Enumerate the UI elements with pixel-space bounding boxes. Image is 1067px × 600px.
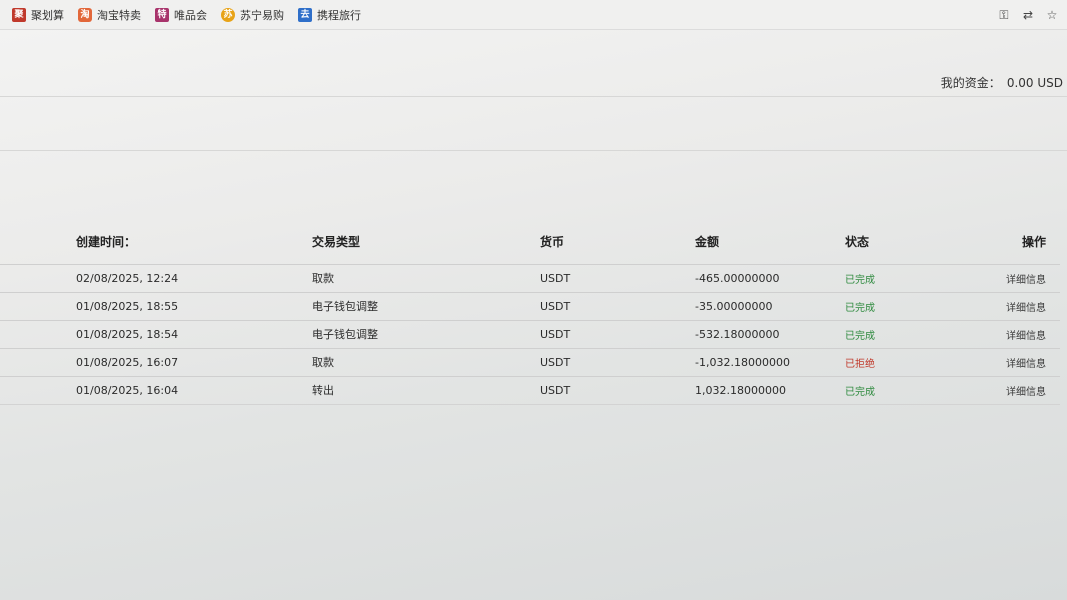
bookmark-label: 唯品会 [174, 8, 207, 22]
status-badge: 已完成 [845, 386, 875, 398]
cell-currency: USDT [540, 263, 695, 292]
status-badge: 已完成 [845, 330, 875, 342]
bookmarks-bar: 聚 聚划算 淘 淘宝特卖 特 唯品会 苏 苏宁易购 去 携程旅行 ⚿ ⇄ ☆ [0, 0, 1067, 30]
cell-time: 01/08/2025, 18:55 [0, 291, 310, 320]
translate-icon[interactable]: ⇄ [1021, 8, 1035, 23]
bookmark-label: 聚划算 [31, 8, 64, 22]
table-row: 01/08/2025, 16:07 取款 USDT -1,032.1800000… [0, 347, 1060, 376]
table-row: 01/08/2025, 16:04 转出 USDT 1,032.18000000… [0, 375, 1060, 405]
status-badge: 已完成 [845, 302, 875, 314]
cell-type: 电子钱包调整 [310, 291, 540, 320]
table-header-row: 创建时间： 交易类型 货币 金额 状态 操作 [0, 220, 1060, 264]
bookmark-label: 淘宝特卖 [97, 8, 141, 22]
header-amount: 金额 [695, 235, 720, 250]
cell-amount: -35.00000000 [695, 291, 845, 320]
cell-amount: 1,032.18000000 [695, 375, 845, 405]
header-action: 操作 [1021, 235, 1046, 250]
cell-amount: -1,032.18000000 [695, 347, 845, 376]
funds-summary: 我的资金： 0.00 USD [941, 74, 1063, 91]
browser-toolbar-icons: ⚿ ⇄ ☆ [997, 8, 1059, 23]
table-row: 01/08/2025, 18:55 电子钱包调整 USDT -35.000000… [0, 291, 1060, 320]
details-link[interactable]: 详细信息 [1006, 359, 1046, 370]
funds-amount: 0.00 USD [1006, 76, 1063, 90]
cell-time: 02/08/2025, 12:24 [0, 263, 310, 292]
cell-type: 取款 [310, 347, 540, 376]
header-status: 状态 [845, 235, 870, 250]
bookmark-taobao[interactable]: 淘 淘宝特卖 [78, 7, 141, 23]
cell-currency: USDT [540, 291, 695, 320]
transactions-table: 创建时间： 交易类型 货币 金额 状态 操作 02/08/2025, 12:24… [0, 220, 1060, 405]
details-link[interactable]: 详细信息 [1006, 387, 1046, 398]
header-time: 创建时间： [76, 235, 137, 250]
star-icon[interactable]: ☆ [1045, 8, 1059, 23]
cell-amount: -465.00000000 [695, 263, 845, 292]
cell-currency: USDT [540, 347, 695, 376]
juhuasuan-icon: 聚 [12, 7, 26, 22]
bookmark-suning[interactable]: 苏 苏宁易购 [221, 7, 284, 23]
bookmark-juhuasuan[interactable]: 聚 聚划算 [12, 7, 64, 23]
bookmark-vip[interactable]: 特 唯品会 [155, 7, 207, 23]
cell-amount: -532.18000000 [695, 319, 845, 348]
taobao-icon: 淘 [78, 7, 92, 22]
header-currency: 货币 [540, 235, 565, 250]
cell-type: 取款 [310, 263, 540, 292]
header-type: 交易类型 [312, 235, 361, 250]
cell-currency: USDT [540, 319, 695, 348]
bookmark-ctrip[interactable]: 去 携程旅行 [298, 7, 361, 23]
details-link[interactable]: 详细信息 [1006, 275, 1046, 286]
table-row: 01/08/2025, 18:54 电子钱包调整 USDT -532.18000… [0, 319, 1060, 348]
bookmark-label: 苏宁易购 [240, 8, 284, 22]
cell-time: 01/08/2025, 18:54 [0, 319, 310, 348]
funds-label: 我的资金： [940, 76, 1001, 90]
key-icon[interactable]: ⚿ [997, 8, 1011, 23]
cell-type: 电子钱包调整 [310, 319, 540, 348]
cell-currency: USDT [540, 375, 695, 405]
details-link[interactable]: 详细信息 [1006, 331, 1046, 342]
suning-icon: 苏 [221, 7, 235, 22]
header-divider [0, 96, 1067, 97]
bookmark-label: 携程旅行 [317, 8, 361, 22]
details-link[interactable]: 详细信息 [1006, 303, 1046, 314]
status-badge: 已完成 [845, 274, 875, 286]
vip-icon: 特 [155, 7, 169, 22]
ctrip-icon: 去 [298, 7, 312, 22]
table-row: 02/08/2025, 12:24 取款 USDT -465.00000000 … [0, 263, 1060, 292]
cell-time: 01/08/2025, 16:04 [0, 375, 310, 405]
cell-time: 01/08/2025, 16:07 [0, 347, 310, 376]
cell-type: 转出 [310, 375, 540, 405]
status-badge: 已拒绝 [845, 358, 875, 370]
section-divider [0, 150, 1067, 151]
